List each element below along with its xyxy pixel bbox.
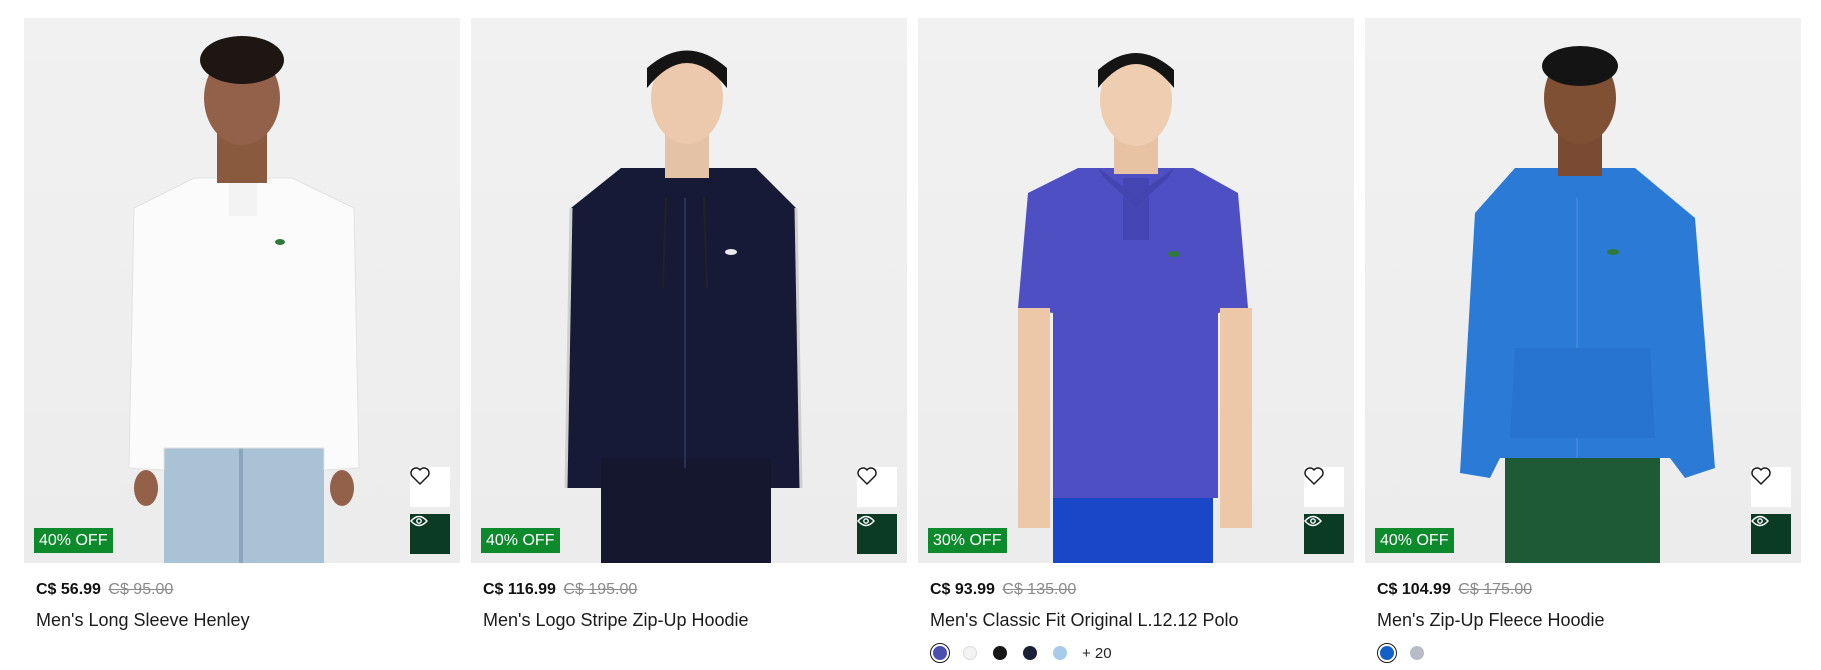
quick-view-button[interactable]: [1304, 514, 1344, 554]
product-photo-hoodie-navy: [564, 50, 803, 563]
wishlist-button[interactable]: [1751, 467, 1791, 507]
color-swatch[interactable]: [990, 643, 1010, 663]
original-price: C$ 135.00: [1002, 581, 1077, 598]
product-card[interactable]: 40% OFF C$ 56.99 C$ 95.00 Men's Long Sle…: [24, 18, 460, 663]
swatch-color-dot: [993, 646, 1007, 660]
wishlist-button[interactable]: [410, 467, 450, 507]
product-name[interactable]: Men's Zip-Up Fleece Hoodie: [1377, 609, 1789, 631]
product-name[interactable]: Men's Classic Fit Original L.12.12 Polo: [930, 609, 1342, 631]
product-image[interactable]: 40% OFF: [471, 18, 907, 563]
color-swatch[interactable]: [930, 643, 950, 663]
discount-badge: 30% OFF: [928, 528, 1008, 553]
eye-icon: [1751, 515, 1769, 527]
color-swatches: + 20: [930, 643, 1342, 663]
product-photo-fleece-hoodie: [1460, 46, 1715, 563]
swatch-color-dot: [933, 646, 947, 660]
color-swatch[interactable]: [1020, 643, 1040, 663]
color-swatch[interactable]: [1377, 643, 1397, 663]
product-image[interactable]: 40% OFF: [24, 18, 460, 563]
eye-icon: [410, 515, 428, 527]
discount-badge: 40% OFF: [481, 528, 561, 553]
quick-view-button[interactable]: [410, 514, 450, 554]
heart-icon: [857, 467, 877, 485]
original-price: C$ 175.00: [1458, 581, 1533, 598]
swatch-color-dot: [963, 646, 977, 660]
current-price: C$ 93.99: [930, 581, 995, 598]
quick-view-button[interactable]: [1751, 514, 1791, 554]
price: C$ 56.99 C$ 95.00: [36, 580, 448, 600]
discount-badge: 40% OFF: [1375, 528, 1455, 553]
heart-icon: [1751, 467, 1771, 485]
original-price: C$ 195.00: [563, 581, 638, 598]
quick-view-button[interactable]: [857, 514, 897, 554]
discount-badge: 40% OFF: [34, 528, 114, 553]
eye-icon: [1304, 515, 1322, 527]
product-image[interactable]: 30% OFF: [918, 18, 1354, 563]
product-card[interactable]: 40% OFF C$ 116.99 C$ 195.00 Men's Logo S…: [471, 18, 907, 663]
current-price: C$ 56.99: [36, 581, 101, 598]
eye-icon: [857, 515, 875, 527]
price: C$ 116.99 C$ 195.00: [483, 580, 895, 600]
heart-icon: [410, 467, 430, 485]
product-card[interactable]: 30% OFF C$ 93.99 C$ 135.00 Men's Classic…: [918, 18, 1354, 663]
product-name[interactable]: Men's Long Sleeve Henley: [36, 609, 448, 631]
color-swatches: [1377, 643, 1789, 663]
product-image[interactable]: 40% OFF: [1365, 18, 1801, 563]
product-grid: 40% OFF C$ 56.99 C$ 95.00 Men's Long Sle…: [24, 18, 1801, 663]
wishlist-button[interactable]: [1304, 467, 1344, 507]
wishlist-button[interactable]: [857, 467, 897, 507]
swatch-color-dot: [1410, 646, 1424, 660]
product-photo-henley: [128, 36, 360, 563]
color-swatch[interactable]: [1407, 643, 1427, 663]
product-name[interactable]: Men's Logo Stripe Zip-Up Hoodie: [483, 609, 895, 631]
color-swatch[interactable]: [1050, 643, 1070, 663]
current-price: C$ 104.99: [1377, 581, 1451, 598]
current-price: C$ 116.99: [483, 581, 556, 598]
swatch-color-dot: [1023, 646, 1037, 660]
product-photo-polo: [1018, 53, 1252, 563]
original-price: C$ 95.00: [108, 581, 174, 598]
color-swatch[interactable]: [960, 643, 980, 663]
price: C$ 93.99 C$ 135.00: [930, 580, 1342, 600]
heart-icon: [1304, 467, 1324, 485]
price: C$ 104.99 C$ 175.00: [1377, 580, 1789, 600]
swatch-color-dot: [1053, 646, 1067, 660]
more-colors-link[interactable]: + 20: [1082, 645, 1112, 662]
product-card[interactable]: 40% OFF C$ 104.99 C$ 175.00 Men's Zip-Up…: [1365, 18, 1801, 663]
swatch-color-dot: [1380, 646, 1394, 660]
